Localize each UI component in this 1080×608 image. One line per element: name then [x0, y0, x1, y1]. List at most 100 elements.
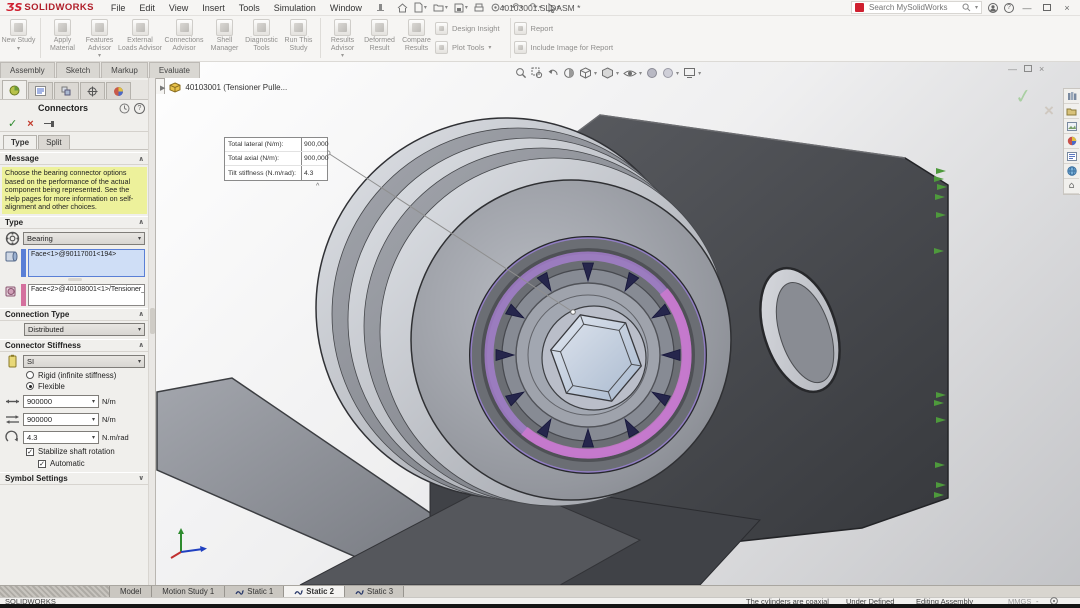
login-user-icon[interactable]	[988, 3, 998, 13]
tab-sketch[interactable]: Sketch	[56, 62, 100, 78]
feature-manager-tab[interactable]	[28, 82, 53, 99]
pushpin-icon[interactable]	[44, 119, 56, 129]
home-icon[interactable]	[395, 1, 410, 15]
expand-chevron-icon[interactable]: ∨	[138, 474, 144, 482]
design-library-icon[interactable]	[1064, 89, 1079, 104]
external-loads-advisor-button[interactable]: External Loads Advisor	[118, 16, 162, 52]
confirmation-ok-icon[interactable]: ✓	[1013, 83, 1033, 110]
menu-view[interactable]: View	[162, 0, 195, 16]
redo-icon[interactable]: ↷▾	[527, 1, 543, 15]
new-study-button[interactable]: New Study ▾	[0, 16, 37, 52]
menu-window[interactable]: Window	[323, 0, 369, 16]
search-input[interactable]	[867, 2, 959, 13]
selection-resize-handle[interactable]	[68, 278, 82, 281]
units-dropdown[interactable]: SI ▾	[23, 355, 145, 368]
menu-tools[interactable]: Tools	[232, 0, 267, 16]
resources-home-icon[interactable]: ⌂	[1064, 179, 1079, 194]
previous-view-icon[interactable]	[547, 67, 559, 79]
dimxpert-manager-tab[interactable]	[80, 82, 105, 99]
zoom-to-area-icon[interactable]	[531, 67, 543, 79]
menu-edit[interactable]: Edit	[132, 0, 162, 16]
collapse-chevron-icon[interactable]: ∧	[138, 218, 144, 226]
rigid-radio[interactable]	[26, 371, 34, 379]
flexible-option[interactable]: Flexible	[0, 381, 149, 392]
undo-icon[interactable]: ↶▾	[509, 1, 525, 15]
save-icon[interactable]: ▾	[452, 1, 470, 15]
connector-stiffness-section-header[interactable]: Connector Stiffness ∧	[0, 339, 149, 352]
report-button[interactable]: Report	[514, 22, 614, 35]
search-scope-caret-icon[interactable]: ▾	[975, 4, 978, 11]
options-gear-icon[interactable]: ▾	[488, 1, 507, 15]
doc-close-icon[interactable]: ×	[1039, 64, 1044, 74]
doc-minimize-icon[interactable]: —	[1008, 64, 1017, 74]
stabilize-checkbox[interactable]: ✓	[26, 448, 34, 456]
automatic-checkbox[interactable]: ✓	[38, 460, 46, 468]
menu-pin-icon[interactable]	[375, 3, 385, 13]
tab-markup[interactable]: Markup	[101, 62, 148, 78]
apply-material-button[interactable]: Apply Material	[44, 16, 81, 52]
collapse-chevron-icon[interactable]: ∧	[138, 155, 144, 163]
run-this-study-button[interactable]: Run This Study	[280, 16, 317, 52]
tab-motion-study-1[interactable]: Motion Study 1	[152, 586, 225, 597]
view-settings-icon[interactable]: ▾	[683, 67, 701, 79]
select-icon[interactable]: ▾	[546, 1, 562, 15]
tab-assembly[interactable]: Assembly	[0, 62, 55, 78]
automatic-option[interactable]: ✓ Automatic	[0, 458, 149, 470]
tree-expand-icon[interactable]: ▶	[160, 84, 165, 92]
configuration-manager-tab[interactable]	[54, 82, 79, 99]
open-icon[interactable]: ▾	[431, 1, 450, 15]
hide-show-items-icon[interactable]: ▾	[623, 68, 642, 79]
forum-icon[interactable]	[1064, 164, 1079, 179]
confirmation-cancel-icon[interactable]: ×	[1044, 101, 1054, 121]
message-section-header[interactable]: Message ∧	[0, 152, 149, 165]
view-palette-icon[interactable]	[1064, 119, 1079, 134]
deformed-result-button[interactable]: Deformed Result	[361, 16, 398, 52]
collapse-chevron-icon[interactable]: ∧	[138, 341, 144, 349]
fixtures-advisor-button[interactable]: Features Advisor ▾	[81, 16, 118, 59]
search-box[interactable]: ▾	[851, 1, 982, 14]
tree-root-label[interactable]: 40103001 (Tensioner Pulle...	[185, 83, 287, 92]
menu-file[interactable]: File	[104, 0, 133, 16]
file-explorer-icon[interactable]	[1064, 104, 1079, 119]
connections-advisor-button[interactable]: Connections Advisor	[162, 16, 206, 52]
edit-appearance-icon[interactable]	[646, 67, 658, 79]
connection-type-section-header[interactable]: Connection Type ∧	[0, 308, 149, 321]
axial-stiffness-input[interactable]: 900000 ▾	[23, 413, 99, 426]
splitter-handle[interactable]	[0, 586, 110, 597]
close-icon[interactable]: ×	[1060, 3, 1074, 13]
collapse-chevron-icon[interactable]: ∧	[138, 310, 144, 318]
display-manager-tab[interactable]	[106, 82, 131, 99]
rigid-option[interactable]: Rigid (infinite stiffness)	[0, 370, 149, 381]
include-image-for-report-button[interactable]: Include Image for Report	[514, 41, 614, 54]
custom-properties-icon[interactable]	[1064, 149, 1079, 164]
panel-help-icon[interactable]: ?	[134, 103, 145, 114]
tab-type[interactable]: Type	[3, 135, 37, 149]
ok-button[interactable]: ✓	[8, 117, 17, 130]
appearances-scenes-icon[interactable]	[1064, 134, 1079, 149]
diagnostic-tools-button[interactable]: Diagnostic Tools	[243, 16, 280, 52]
zoom-to-fit-icon[interactable]	[515, 67, 527, 79]
tab-evaluate[interactable]: Evaluate	[149, 62, 200, 78]
flexible-radio[interactable]	[26, 382, 34, 390]
connector-type-dropdown[interactable]: Bearing ▾	[23, 232, 145, 245]
tab-split[interactable]: Split	[38, 135, 70, 149]
tab-static-3[interactable]: Static 3	[345, 586, 404, 597]
tilt-stiffness-input[interactable]: 4.3 ▾	[23, 431, 99, 444]
type-section-header[interactable]: Type ∧	[0, 216, 149, 229]
shell-manager-button[interactable]: Shell Manager	[206, 16, 243, 52]
display-style-icon[interactable]: ▾	[601, 67, 619, 79]
compare-results-button[interactable]: Compare Results	[398, 16, 435, 52]
plot-tools-button[interactable]: Plot Tools ▾	[435, 41, 500, 54]
apply-scene-icon[interactable]: ▾	[662, 67, 679, 79]
housing-face-selection[interactable]: Face<2>@40108001<1>/Tensioner_Pull-	[28, 284, 145, 306]
lateral-stiffness-input[interactable]: 900000 ▾	[23, 395, 99, 408]
stabilize-shaft-rotation-option[interactable]: ✓ Stabilize shaft rotation	[0, 446, 149, 458]
print-icon[interactable]	[472, 1, 486, 15]
callout-collapse-icon[interactable]: ^	[316, 183, 319, 190]
tab-static-1[interactable]: Static 1	[225, 586, 284, 597]
view-orientation-icon[interactable]: ▾	[579, 67, 597, 79]
symbol-settings-section-header[interactable]: Symbol Settings ∨	[0, 472, 149, 485]
shaft-face-selection[interactable]: Face<1>@90117001<194>	[28, 249, 145, 277]
menu-insert[interactable]: Insert	[195, 0, 232, 16]
section-view-icon[interactable]	[563, 67, 575, 79]
